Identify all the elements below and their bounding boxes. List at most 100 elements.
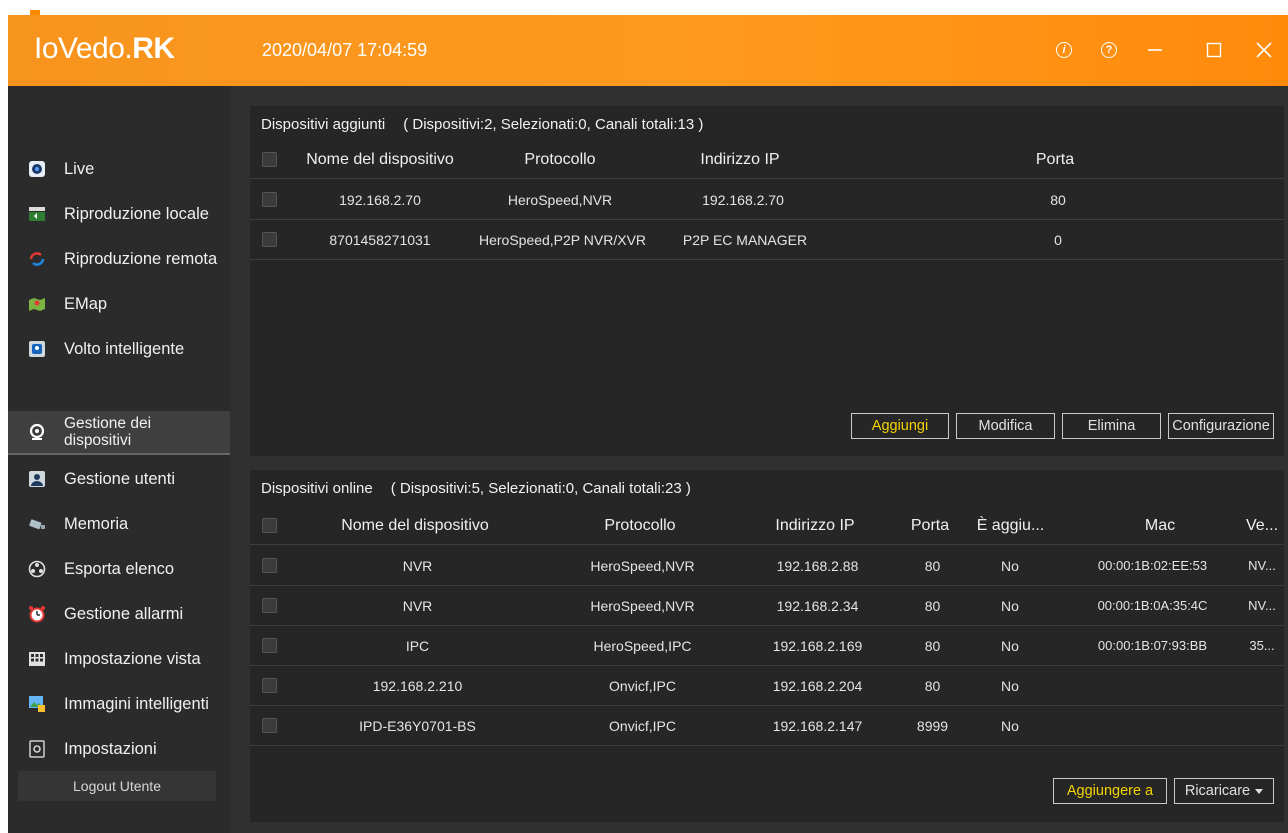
cell-protocol: HeroSpeed,NVR — [590, 557, 695, 574]
maximize-icon[interactable] — [1201, 37, 1227, 63]
cell-version: 35... — [1249, 638, 1275, 653]
column-header-protocol[interactable]: Protocollo — [550, 507, 730, 544]
cell-port: 80 — [924, 597, 941, 614]
cell-port: 80 — [924, 557, 941, 574]
online-devices-header-row: Nome del dispositivo Protocollo Indirizz… — [250, 507, 1284, 545]
cell-ip: 192.168.2.88 — [776, 557, 859, 574]
cell-mac — [1080, 706, 1225, 745]
column-header-added[interactable]: È aggiu... — [968, 507, 1053, 544]
delete-button[interactable]: Elimina — [1062, 413, 1161, 439]
sidebar-item-label: Riproduzione remota — [64, 249, 218, 268]
local-playback-icon — [28, 205, 46, 223]
datetime-display: 2020/04/07 17:04:59 — [262, 40, 428, 60]
cell-version — [1240, 706, 1284, 745]
logout-button[interactable]: Logout Utente — [18, 771, 216, 801]
sidebar-item-alarm-management[interactable]: Gestione allarmi — [8, 594, 230, 634]
column-header-name[interactable]: Nome del dispositivo — [290, 141, 470, 178]
added-devices-header-row: Nome del dispositivo Protocollo Indirizz… — [250, 141, 1284, 179]
cell-name: 192.168.2.210 — [372, 677, 463, 694]
cell-mac: 00:00:1B:02:EE:53 — [1097, 558, 1208, 573]
emap-icon — [28, 295, 46, 313]
sidebar: Live Riproduzione locale Riproduzione re… — [8, 86, 230, 833]
column-header-mac[interactable]: Mac — [1090, 507, 1230, 544]
configuration-button[interactable]: Configurazione — [1168, 413, 1274, 439]
sidebar-item-label: Impostazione vista — [64, 649, 201, 668]
column-header-port[interactable]: Porta — [980, 141, 1130, 178]
sidebar-item-label: Riproduzione locale — [64, 204, 209, 223]
logo-text-light: IoVedo. — [34, 32, 133, 65]
chevron-down-icon — [1255, 788, 1264, 794]
sidebar-item-smart-face[interactable]: Volto intelligente — [8, 329, 230, 369]
row-checkbox[interactable] — [262, 598, 277, 613]
select-all-checkbox[interactable] — [262, 518, 277, 533]
app-logo: IoVedo.RK — [34, 32, 175, 66]
sidebar-item-storage[interactable]: Memoria — [8, 504, 230, 544]
row-checkbox[interactable] — [262, 232, 277, 247]
cell-ip: 192.168.2.34 — [776, 597, 859, 614]
added-devices-summary: ( Dispositivi:2, Selezionati:0, Canali t… — [403, 116, 704, 133]
sidebar-item-view-settings[interactable]: Impostazione vista — [8, 639, 230, 679]
sidebar-item-user-management[interactable]: Gestione utenti — [8, 459, 230, 499]
app-body: Live Riproduzione locale Riproduzione re… — [8, 86, 1288, 833]
column-header-ip[interactable]: Indirizzo IP — [650, 141, 830, 178]
select-all-checkbox[interactable] — [262, 152, 277, 167]
sidebar-item-smart-images[interactable]: Immagini intelligenti — [8, 684, 230, 724]
cell-version — [1240, 666, 1284, 705]
sidebar-item-settings[interactable]: Impostazioni — [8, 729, 230, 769]
user-management-icon — [28, 470, 46, 488]
add-to-button[interactable]: Aggiungere a — [1053, 778, 1167, 804]
cell-added: No — [1001, 637, 1019, 654]
online-devices-summary: ( Dispositivi:5, Selezionati:0, Canali t… — [390, 480, 691, 497]
column-header-port[interactable]: Porta — [900, 507, 960, 544]
table-row[interactable]: 192.168.2.210 Onvicf,IPC 192.168.2.204 8… — [250, 666, 1284, 706]
sidebar-item-device-management[interactable]: Gestione dei dispositivi — [8, 411, 230, 455]
cell-version: NV... — [1248, 598, 1276, 613]
column-header-name[interactable]: Nome del dispositivo — [310, 507, 520, 544]
column-header-protocol[interactable]: Protocollo — [470, 141, 650, 178]
export-list-icon — [28, 560, 46, 578]
minimize-icon[interactable] — [1142, 37, 1168, 63]
edit-button[interactable]: Modifica — [956, 413, 1055, 439]
cell-added: No — [1001, 597, 1019, 614]
table-row[interactable]: NVR HeroSpeed,NVR 192.168.2.34 80 No 00:… — [250, 586, 1284, 626]
row-checkbox[interactable] — [262, 638, 277, 653]
row-checkbox[interactable] — [262, 192, 277, 207]
sidebar-item-local-playback[interactable]: Riproduzione locale — [8, 194, 230, 234]
sidebar-item-export-list[interactable]: Esporta elenco — [8, 549, 230, 589]
cell-name: IPD-E36Y0701-BS — [359, 717, 476, 734]
table-row[interactable]: NVR HeroSpeed,NVR 192.168.2.88 80 No 00:… — [250, 546, 1284, 586]
sidebar-item-remote-playback[interactable]: Riproduzione remota — [8, 239, 230, 279]
info-icon[interactable]: i — [1051, 37, 1077, 63]
sidebar-item-live[interactable]: Live — [8, 149, 230, 189]
online-devices-panel: Dispositivi online ( Dispositivi:5, Selez… — [250, 470, 1284, 822]
column-header-ip[interactable]: Indirizzo IP — [750, 507, 880, 544]
remote-playback-icon — [28, 250, 46, 268]
added-devices-title-text: Dispositivi aggiunti — [261, 116, 386, 133]
row-checkbox[interactable] — [262, 718, 277, 733]
sidebar-item-label: Live — [64, 159, 95, 178]
added-devices-panel: Dispositivi aggiunti ( Dispositivi:2, Sel… — [250, 106, 1284, 456]
alarm-clock-icon — [28, 605, 46, 623]
table-row[interactable]: 8701458271031 HeroSpeed,P2P NVR/XVR P2P … — [250, 220, 1284, 260]
close-icon[interactable] — [1251, 37, 1277, 63]
add-button[interactable]: Aggiungi — [851, 413, 949, 439]
cell-protocol: Onvicf,IPC — [609, 717, 676, 734]
face-recognition-icon — [28, 340, 46, 358]
cell-ip: 192.168.2.70 — [702, 191, 784, 208]
reload-button[interactable]: Ricaricare — [1174, 778, 1274, 804]
cell-protocol: HeroSpeed,P2P NVR/XVR — [478, 231, 647, 248]
table-row[interactable]: 192.168.2.70 HeroSpeed,NVR 192.168.2.70 … — [250, 180, 1284, 220]
cell-name: IPC — [405, 637, 430, 654]
sidebar-item-emap[interactable]: EMap — [8, 284, 230, 324]
column-header-version[interactable]: Ve... — [1240, 507, 1284, 544]
row-checkbox[interactable] — [262, 558, 277, 573]
sidebar-item-label: Esporta elenco — [64, 559, 175, 578]
table-row[interactable]: IPC HeroSpeed,IPC 192.168.2.169 80 No 00… — [250, 626, 1284, 666]
device-management-icon — [28, 423, 46, 441]
row-checkbox[interactable] — [262, 678, 277, 693]
cell-name: NVR — [402, 557, 433, 574]
cell-name: 192.168.2.70 — [339, 191, 421, 208]
help-icon[interactable]: ? — [1096, 37, 1122, 63]
reload-button-label: Ricaricare — [1184, 783, 1251, 799]
table-row[interactable]: IPD-E36Y0701-BS Onvicf,IPC 192.168.2.147… — [250, 706, 1284, 746]
